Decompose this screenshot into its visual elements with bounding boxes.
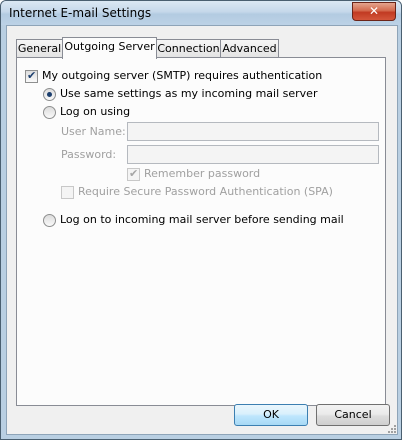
user-name-field[interactable] (127, 122, 379, 141)
tab-outgoing-server[interactable]: Outgoing Server (62, 37, 157, 59)
log-on-incoming-radio[interactable] (43, 214, 56, 227)
remember-password-label: Remember password (144, 167, 261, 180)
use-same-settings-label: Use same settings as my incoming mail se… (60, 87, 318, 100)
remember-password-checkbox[interactable]: ✔ (127, 167, 140, 181)
spa-label: Require Secure Password Authentication (… (78, 185, 333, 198)
tab-outgoing-server-label: Outgoing Server (64, 40, 155, 53)
spa-checkbox[interactable] (61, 186, 74, 199)
smtp-auth-label: My outgoing server (SMTP) requires authe… (42, 69, 323, 82)
radio-dot-icon (47, 92, 52, 97)
log-on-incoming-label: Log on to incoming mail server before se… (60, 213, 344, 226)
tab-advanced[interactable]: Advanced (220, 39, 279, 58)
tab-advanced-label: Advanced (222, 42, 277, 55)
close-button[interactable]: ✕ (352, 2, 396, 21)
title-bar[interactable]: Internet E-mail Settings ✕ (1, 1, 401, 25)
checkmark-icon: ✔ (27, 69, 37, 82)
close-icon: ✕ (368, 4, 380, 18)
ok-button[interactable]: OK (234, 404, 308, 426)
tab-general-label: General (17, 42, 62, 55)
tab-connection[interactable]: Connection (156, 39, 221, 58)
resize-grip-icon[interactable] (386, 423, 396, 433)
dialog-client-area: General Outgoing Server Connection Advan… (6, 25, 398, 435)
internet-email-settings-dialog: Internet E-mail Settings ✕ General Outgo… (0, 0, 402, 440)
tab-connection-label: Connection (157, 42, 220, 55)
smtp-auth-checkbox[interactable]: ✔ (25, 69, 38, 83)
user-name-label: User Name: (61, 125, 126, 138)
log-on-using-radio[interactable] (43, 106, 56, 119)
tab-general[interactable]: General (16, 39, 63, 58)
cancel-button[interactable]: Cancel (316, 404, 390, 426)
use-same-settings-radio[interactable] (43, 88, 56, 101)
checkmark-icon: ✔ (129, 167, 139, 180)
log-on-using-label: Log on using (60, 105, 131, 118)
outgoing-server-panel: ✔ My outgoing server (SMTP) requires aut… (16, 57, 386, 406)
window-title: Internet E-mail Settings (9, 6, 152, 20)
password-label: Password: (61, 148, 117, 161)
password-field[interactable] (127, 145, 379, 164)
